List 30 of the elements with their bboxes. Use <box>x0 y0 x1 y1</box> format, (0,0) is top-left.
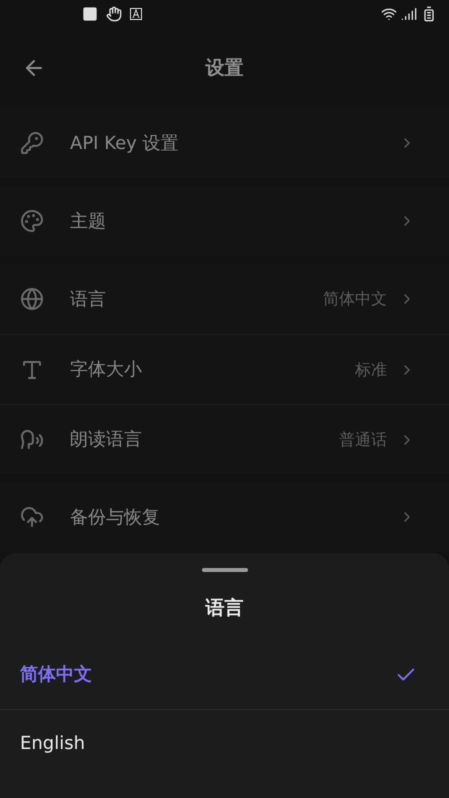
key-icon <box>20 131 44 155</box>
row-label: 字体大小 <box>70 358 142 382</box>
row-label: 备份与恢复 <box>70 506 160 530</box>
app-notification-icon <box>130 8 142 20</box>
settings-row[interactable]: API Key 设置 <box>0 108 449 178</box>
settings-row[interactable]: 主题 <box>0 186 449 256</box>
row-label: 朗读语言 <box>70 428 142 452</box>
settings-row[interactable]: 朗读语言 普通话 <box>0 404 449 474</box>
settings-row[interactable]: 备份与恢复 <box>0 482 449 552</box>
wifi-icon <box>381 6 397 22</box>
row-label: API Key 设置 <box>70 132 179 156</box>
speaking-person-icon <box>20 428 44 452</box>
notification-icon <box>82 6 98 22</box>
page-title: 设置 <box>206 56 244 81</box>
hand-icon <box>106 6 122 22</box>
sheet-title: 语言 <box>206 596 244 621</box>
settings-row[interactable]: 字体大小 标准 <box>0 334 449 404</box>
row-label: 主题 <box>70 210 106 234</box>
cloud-upload-icon <box>20 505 44 529</box>
row-label: 语言 <box>70 288 106 312</box>
language-option[interactable]: 简体中文 <box>0 640 449 708</box>
settings-row[interactable]: 语言 简体中文 <box>0 264 449 334</box>
drag-handle[interactable] <box>202 568 248 572</box>
row-value: 简体中文 <box>323 288 387 310</box>
signal-icon <box>401 6 417 22</box>
row-value: 普通话 <box>339 428 387 450</box>
palette-icon <box>20 209 44 233</box>
language-option[interactable]: English <box>0 708 449 776</box>
row-value: 标准 <box>355 358 387 380</box>
globe-icon <box>20 287 44 311</box>
